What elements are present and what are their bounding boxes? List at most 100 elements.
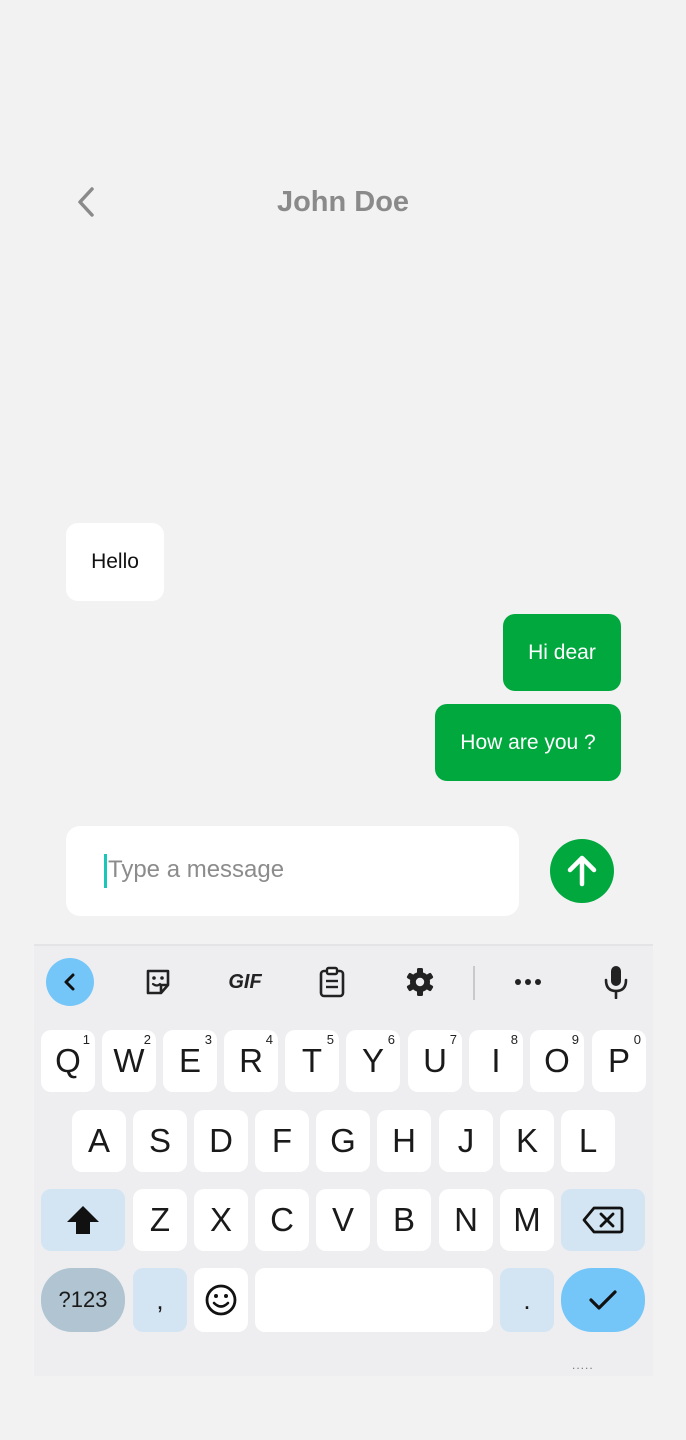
key-label: C xyxy=(270,1201,294,1238)
key-label: U xyxy=(423,1042,447,1079)
key-e[interactable]: E3 xyxy=(163,1030,217,1092)
key-h[interactable]: H xyxy=(377,1110,431,1172)
more-icon xyxy=(515,979,541,985)
send-button[interactable] xyxy=(550,839,614,903)
key-p[interactable]: P0 xyxy=(592,1030,646,1092)
key-hint: 5 xyxy=(326,1032,334,1047)
chevron-left-icon xyxy=(64,973,75,991)
done-key[interactable] xyxy=(561,1268,645,1332)
key-label: W xyxy=(113,1042,145,1079)
key-w[interactable]: W2 xyxy=(102,1030,156,1092)
checkmark-icon xyxy=(589,1290,617,1310)
key-d[interactable]: D xyxy=(194,1110,248,1172)
key-t[interactable]: T5 xyxy=(285,1030,339,1092)
period-key[interactable]: . xyxy=(500,1268,554,1332)
sticker-button[interactable] xyxy=(138,958,178,1006)
key-g[interactable]: G xyxy=(316,1110,370,1172)
key-hint: 3 xyxy=(204,1032,212,1047)
key-label: J xyxy=(457,1122,475,1159)
message-text: Hello xyxy=(91,550,139,573)
key-c[interactable]: C xyxy=(255,1189,309,1251)
key-label: R xyxy=(239,1042,263,1079)
message-bubble-outgoing: Hi dear xyxy=(503,614,621,691)
shift-icon xyxy=(67,1206,99,1234)
key-label: S xyxy=(148,1122,171,1159)
arrow-up-icon xyxy=(567,855,597,887)
key-q[interactable]: Q1 xyxy=(41,1030,95,1092)
key-label: Z xyxy=(149,1201,171,1238)
key-y[interactable]: Y6 xyxy=(346,1030,400,1092)
key-label: F xyxy=(271,1122,293,1159)
key-hint: 0 xyxy=(633,1032,641,1047)
chat-title: John Doe xyxy=(276,186,410,218)
clipboard-icon xyxy=(319,966,345,998)
key-label: G xyxy=(330,1122,356,1159)
key-z[interactable]: Z xyxy=(133,1189,187,1251)
settings-button[interactable] xyxy=(402,958,438,1006)
symbols-key[interactable]: ?123 xyxy=(41,1268,125,1332)
key-label: E xyxy=(178,1042,201,1079)
key-label: M xyxy=(513,1201,541,1238)
key-hint: 4 xyxy=(265,1032,273,1047)
key-b[interactable]: B xyxy=(377,1189,431,1251)
key-f[interactable]: F xyxy=(255,1110,309,1172)
key-label: . xyxy=(523,1284,531,1315)
key-x[interactable]: X xyxy=(194,1189,248,1251)
on-screen-keyboard: GIF Q1 W2 E 3 R 4 T 5 Y 6 U 7 I 8 O 9 P … xyxy=(34,944,653,1376)
key-hint: 6 xyxy=(387,1032,395,1047)
message-input[interactable]: Type a message xyxy=(66,826,519,916)
message-text: How are you ? xyxy=(460,730,596,754)
message-input-placeholder: Type a message xyxy=(108,856,285,883)
key-label: N xyxy=(454,1201,478,1238)
key-n[interactable]: N xyxy=(439,1189,493,1251)
key-label: O xyxy=(544,1042,570,1079)
key-hint: 2 xyxy=(143,1032,151,1047)
keyboard-handle-hint: ..... xyxy=(572,1358,594,1372)
space-key[interactable] xyxy=(255,1268,493,1332)
message-text: Hi dear xyxy=(528,640,596,664)
key-v[interactable]: V xyxy=(316,1189,370,1251)
key-label: T xyxy=(301,1042,323,1079)
key-hint: 1 xyxy=(82,1032,90,1047)
gear-icon xyxy=(406,968,434,996)
backspace-icon xyxy=(582,1206,624,1234)
key-label: P xyxy=(607,1042,630,1079)
more-button[interactable] xyxy=(510,958,546,1006)
microphone-icon xyxy=(604,966,628,999)
key-a[interactable]: A xyxy=(72,1110,126,1172)
key-label: , xyxy=(156,1284,164,1315)
gif-button[interactable]: GIF xyxy=(222,958,268,1006)
key-k[interactable]: K xyxy=(500,1110,554,1172)
key-l[interactable]: L xyxy=(561,1110,615,1172)
key-label: Q xyxy=(55,1042,81,1079)
key-label: V xyxy=(331,1201,354,1238)
smiley-icon xyxy=(205,1284,237,1316)
key-label: I xyxy=(491,1042,501,1079)
key-i[interactable]: I8 xyxy=(469,1030,523,1092)
gif-icon: GIF xyxy=(228,970,262,993)
keyboard-divider xyxy=(34,944,653,946)
key-hint: 9 xyxy=(571,1032,579,1047)
clipboard-button[interactable] xyxy=(314,958,350,1006)
emoji-key[interactable] xyxy=(194,1268,248,1332)
comma-key[interactable]: , xyxy=(133,1268,187,1332)
message-bubble-outgoing: How are you ? xyxy=(435,704,621,781)
shift-key[interactable] xyxy=(41,1189,125,1251)
key-label: A xyxy=(87,1122,110,1159)
key-label: X xyxy=(209,1201,232,1238)
key-j[interactable]: J xyxy=(439,1110,493,1172)
backspace-key[interactable] xyxy=(561,1189,645,1251)
key-m[interactable]: M xyxy=(500,1189,554,1251)
key-s[interactable]: S xyxy=(133,1110,187,1172)
key-r[interactable]: R4 xyxy=(224,1030,278,1092)
key-o[interactable]: O9 xyxy=(530,1030,584,1092)
key-label: B xyxy=(392,1201,415,1238)
key-label: Y xyxy=(361,1042,384,1079)
key-label: L xyxy=(578,1122,598,1159)
voice-input-button[interactable] xyxy=(600,958,632,1006)
message-bubble-incoming: Hello xyxy=(66,523,164,601)
key-label: H xyxy=(392,1122,416,1159)
key-u[interactable]: U7 xyxy=(408,1030,462,1092)
key-label: ?123 xyxy=(58,1287,108,1312)
keyboard-collapse-button[interactable] xyxy=(46,958,94,1006)
